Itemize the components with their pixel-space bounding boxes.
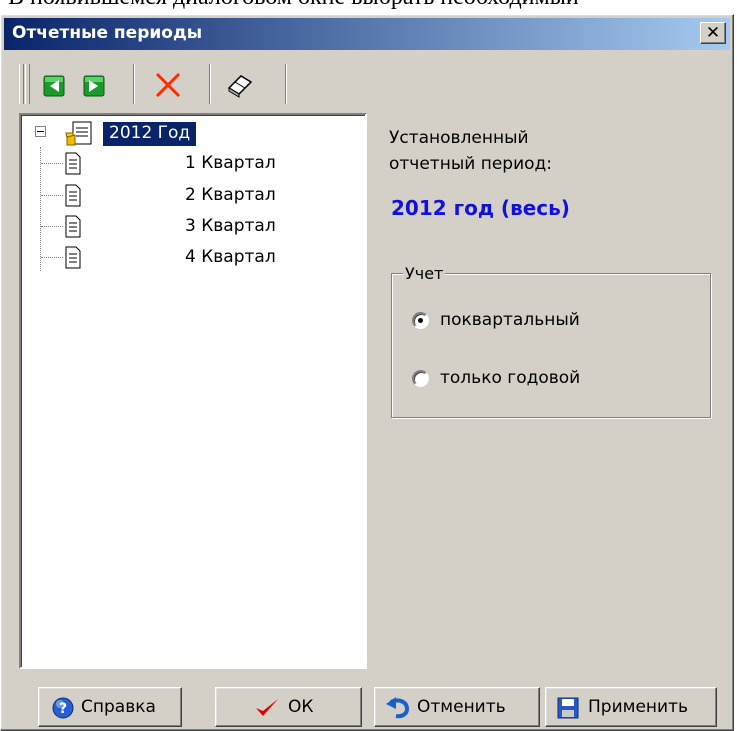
periods-tree[interactable]: 2012 Год 1 Квартал 2 Квартал 3 Квартал 4…: [19, 113, 367, 669]
toolbar-separator-2: [209, 64, 211, 104]
edit-period-button[interactable]: [223, 68, 257, 102]
radio-button[interactable]: [412, 370, 429, 387]
tree-node-label[interactable]: 4 Квартал: [185, 247, 276, 267]
title-bar[interactable]: Отчетные периоды ✕: [4, 18, 730, 50]
year-folder-icon: [65, 121, 92, 146]
quarterly-radio-option[interactable]: поквартальный: [412, 310, 652, 334]
ok-button[interactable]: ОК: [215, 687, 362, 727]
toolbar-grip-2: [25, 64, 30, 104]
green-right-arrow-icon: [83, 75, 105, 97]
red-cross-icon: [155, 72, 181, 98]
document-icon: [65, 152, 81, 175]
next-period-button[interactable]: [77, 68, 111, 102]
dialog-title: Отчетные периоды: [12, 23, 203, 43]
svg-text:?: ?: [59, 701, 67, 717]
tree-line: [41, 163, 63, 164]
radio-button-checked[interactable]: [412, 312, 429, 329]
help-icon: ?: [52, 697, 74, 719]
accounting-groupbox: Учет поквартальный только годовой: [391, 264, 711, 418]
document-icon: [65, 246, 81, 269]
collapse-toggle[interactable]: [35, 126, 46, 137]
help-button-label: Справка: [81, 697, 156, 717]
current-period-value: 2012 год (весь): [391, 196, 570, 220]
tree-node-label[interactable]: 3 Квартал: [185, 216, 276, 236]
yearly-only-radio-option[interactable]: только годовой: [412, 368, 652, 392]
prev-period-button[interactable]: [37, 68, 71, 102]
delete-period-button[interactable]: [151, 68, 185, 102]
reporting-periods-dialog: Отчетные периоды ✕ 2012 Год 1 Квартал 2 …: [0, 14, 734, 731]
apply-button[interactable]: Применить: [545, 687, 717, 727]
background-document-text: В появившемся диалоговом окне выбрать не…: [8, 0, 737, 14]
radio-label[interactable]: только годовой: [440, 368, 580, 388]
apply-button-label: Применить: [588, 697, 688, 717]
eraser-icon: [227, 75, 253, 98]
toolbar: [15, 60, 315, 110]
tree-node-label[interactable]: 2012 Год: [103, 122, 197, 146]
tree-line: [41, 195, 63, 196]
cancel-button[interactable]: Отменить: [374, 687, 540, 727]
toolbar-grip[interactable]: [19, 64, 24, 104]
green-left-arrow-icon: [43, 75, 65, 97]
undo-icon: [386, 697, 410, 719]
checkmark-icon: [256, 699, 278, 716]
document-icon: [65, 215, 81, 238]
tree-node-label[interactable]: 2 Квартал: [185, 185, 276, 205]
tree-node-label[interactable]: 1 Квартал: [185, 153, 276, 173]
close-button[interactable]: ✕: [700, 22, 726, 44]
toolbar-separator: [133, 64, 135, 104]
tree-line: [40, 147, 41, 271]
tree-line: [41, 226, 63, 227]
current-period-label: Установленный отчетный период:: [389, 128, 552, 174]
ok-button-label: ОК: [288, 697, 314, 717]
groupbox-title: Учет: [403, 264, 446, 283]
help-button[interactable]: ? Справка: [38, 687, 182, 727]
save-disk-icon: [557, 697, 579, 719]
cancel-button-label: Отменить: [417, 697, 506, 717]
tree-line: [41, 257, 63, 258]
document-icon: [65, 184, 81, 207]
radio-label[interactable]: поквартальный: [440, 310, 580, 330]
toolbar-separator-3: [285, 64, 287, 104]
